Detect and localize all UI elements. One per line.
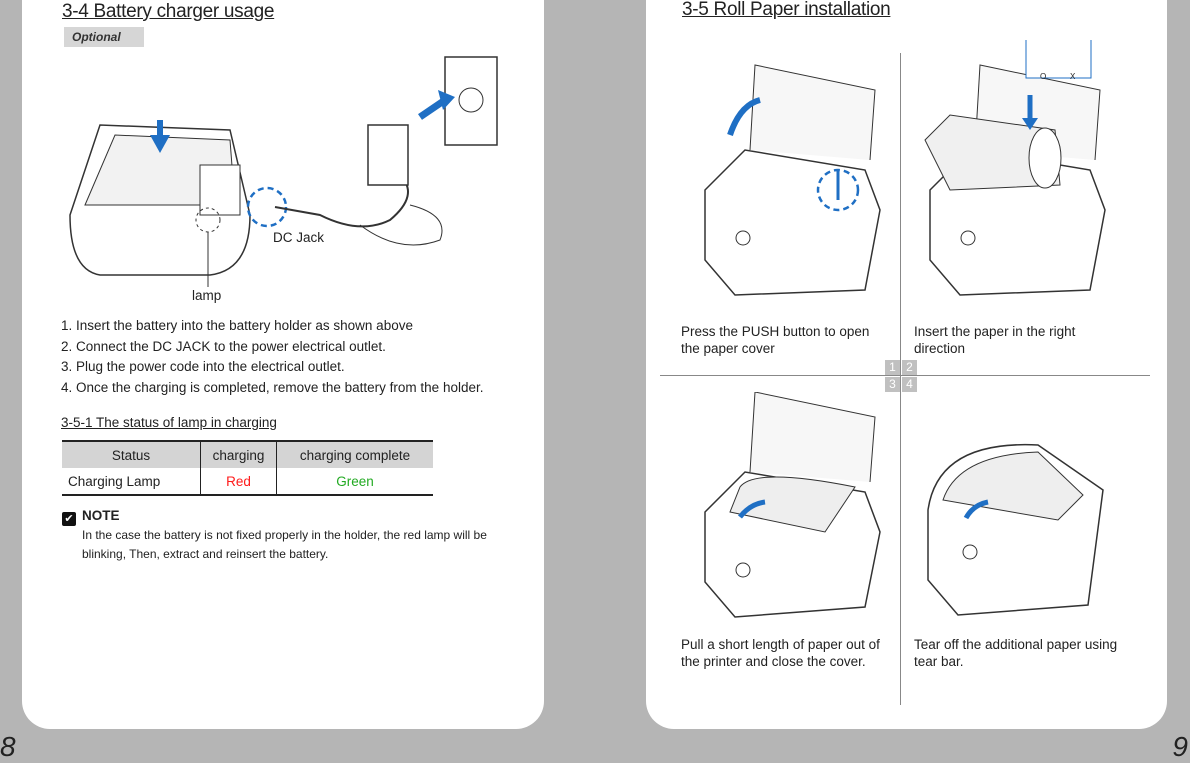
- section-title-roll-paper: 3-5 Roll Paper installation: [682, 0, 891, 20]
- orientation-ok-label: O: [1040, 72, 1047, 81]
- header-cell: Status: [62, 440, 201, 468]
- table-cell: Charging Lamp: [62, 468, 201, 496]
- quadrant-number: 3: [885, 377, 900, 392]
- printer-step3-illustration: [704, 392, 881, 618]
- lamp-status-subtitle: 3-5-1 The status of lamp in charging: [61, 415, 277, 430]
- optional-badge: Optional: [64, 27, 144, 47]
- checkmark-icon: ✔: [62, 512, 76, 526]
- page-number-right: 9: [1172, 731, 1188, 762]
- caption-step-2: Insert the paper in the right direction: [914, 324, 1076, 356]
- dc-jack-label: DC Jack: [273, 230, 325, 245]
- divider-vertical: [900, 53, 901, 705]
- lamp-status-table: Status charging charging complete Charging…: [62, 440, 433, 496]
- quadrant-number: 1: [885, 360, 900, 375]
- step: 2. Connect the DC JACK to the power elec…: [61, 338, 386, 354]
- lamp-label: lamp: [192, 288, 222, 303]
- step: 4. Once the charging is completed, remov…: [61, 379, 484, 395]
- note-text: In the case the battery is not fixed pro…: [82, 528, 487, 561]
- note: ✔ NOTE In the case the battery is not fix…: [62, 506, 502, 564]
- table-cell: Red: [200, 468, 277, 496]
- note-title: NOTE: [82, 508, 120, 523]
- printer-step1-illustration: [704, 64, 881, 296]
- caption-step-4: Tear off the additional paper using tear…: [914, 637, 1118, 669]
- printer-step2-illustration: [924, 40, 1106, 296]
- caption-step-1: Press the PUSH button to open the paper …: [681, 324, 870, 356]
- quadrant-number: 4: [902, 377, 917, 392]
- divider-horizontal: [660, 375, 1150, 376]
- instruction-steps: 1. Insert the battery into the battery h…: [61, 316, 483, 398]
- quadrant-number: 2: [902, 360, 917, 375]
- section-title-battery-charger: 3-4 Battery charger usage: [62, 1, 275, 22]
- step: 1. Insert the battery into the battery h…: [61, 318, 413, 333]
- page-number-left: 8: [0, 731, 16, 762]
- header-cell: charging complete: [276, 440, 433, 468]
- step: 3. Plug the power code into the electric…: [61, 359, 345, 374]
- printer-step4-illustration: [927, 443, 1104, 616]
- table-cell: Green: [276, 468, 433, 496]
- charger-illustration: [69, 56, 498, 287]
- orientation-bad-label: X: [1070, 72, 1076, 81]
- caption-step-3: Pull a short length of paper out of the …: [681, 637, 880, 669]
- header-cell: charging: [200, 440, 277, 468]
